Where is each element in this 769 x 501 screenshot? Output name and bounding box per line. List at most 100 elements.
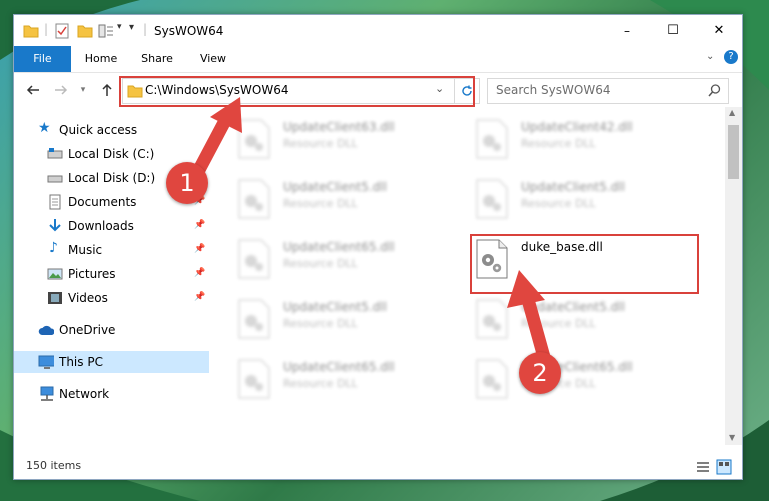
- sidebar-item-label: Documents: [68, 195, 137, 209]
- sidebar-item-label: Network: [59, 387, 110, 401]
- file-item[interactable]: UpdateClient5.dll Resource DLL: [447, 177, 667, 231]
- large-icons-view-icon[interactable]: [716, 459, 732, 475]
- scroll-down-icon[interactable]: ▼: [729, 433, 735, 442]
- scroll-up-icon[interactable]: ▲: [729, 108, 735, 117]
- dll-file-icon: [476, 299, 508, 339]
- file-item[interactable]: UpdateClient65.dll Resource DLL: [209, 237, 429, 291]
- file-item[interactable]: UpdateClient42.dll Resource DLL: [447, 117, 667, 171]
- vertical-scrollbar[interactable]: ▲ ▼: [725, 107, 742, 445]
- title-bar: | ▾ ▾ | SysWOW64 – ☐ ✕: [14, 15, 742, 46]
- back-arrow-icon: [26, 85, 39, 95]
- dll-file-icon: [476, 359, 508, 399]
- folder-icon: [23, 25, 39, 38]
- customize-toolbar-icon[interactable]: [98, 23, 114, 39]
- tab-home[interactable]: Home: [76, 46, 126, 72]
- sidebar-item-pictures[interactable]: Pictures 📌: [14, 263, 209, 285]
- new-folder-icon[interactable]: [77, 23, 93, 39]
- sidebar-item-label: Pictures: [68, 267, 116, 281]
- computer-icon: [38, 355, 54, 369]
- music-icon: ♪: [49, 240, 58, 256]
- sidebar-item-music[interactable]: ♪ Music 📌: [14, 239, 209, 261]
- file-name: UpdateClient5.dll: [283, 180, 387, 194]
- tab-file[interactable]: File: [14, 46, 71, 72]
- sidebar-item-label: Downloads: [68, 219, 134, 233]
- recent-locations-button[interactable]: ▾: [74, 81, 92, 99]
- tab-view[interactable]: View: [188, 46, 238, 72]
- status-bar: 150 items: [14, 455, 742, 479]
- up-button[interactable]: [98, 81, 116, 99]
- step-1-badge: 1: [166, 162, 208, 204]
- pin-icon: 📌: [194, 292, 206, 302]
- search-placeholder: Search SysWOW64: [496, 83, 611, 97]
- dll-file-icon: [476, 119, 508, 159]
- back-button[interactable]: [24, 81, 42, 99]
- scrollbar-thumb[interactable]: [728, 125, 739, 179]
- maximize-button[interactable]: ☐: [650, 15, 696, 46]
- ribbon-tabs: File Home Share View ⌄ ?: [14, 46, 742, 73]
- file-type: Resource DLL: [521, 197, 596, 210]
- drive-icon: [47, 148, 63, 159]
- close-button[interactable]: ✕: [696, 15, 742, 46]
- details-view-icon[interactable]: [696, 460, 710, 474]
- properties-icon[interactable]: [54, 23, 70, 39]
- up-arrow-icon: [102, 83, 112, 96]
- download-icon: [49, 219, 61, 232]
- sidebar-item-label: Music: [68, 243, 103, 257]
- pin-icon: 📌: [194, 244, 206, 254]
- file-name: UpdateClient63.dll: [283, 120, 395, 134]
- search-input[interactable]: Search SysWOW64: [487, 78, 729, 104]
- network-icon: [40, 386, 54, 401]
- expand-ribbon-icon[interactable]: ⌄: [706, 51, 714, 62]
- quick-access-toolbar-icon[interactable]: ▾: [129, 22, 134, 38]
- separator: |: [44, 22, 49, 36]
- address-bar-highlight: [119, 76, 475, 107]
- cloud-icon: [38, 325, 54, 335]
- sidebar-item-label: Local Disk (C:): [68, 147, 155, 161]
- file-type: Resource DLL: [521, 137, 596, 150]
- file-type: Resource DLL: [283, 197, 358, 210]
- file-item[interactable]: UpdateClient65.dll Resource DLL: [209, 357, 429, 411]
- dll-file-icon: [476, 179, 508, 219]
- dll-file-icon: [238, 359, 270, 399]
- pictures-icon: [47, 268, 63, 280]
- forward-button[interactable]: [52, 81, 70, 99]
- sidebar-item-label: Local Disk (D:): [68, 171, 156, 185]
- tab-share[interactable]: Share: [132, 46, 182, 72]
- videos-icon: [48, 292, 62, 304]
- separator: |: [143, 22, 148, 36]
- drive-icon: [47, 175, 63, 183]
- file-item[interactable]: UpdateClient5.dll Resource DLL: [209, 297, 429, 351]
- sidebar-item-network[interactable]: Network: [14, 383, 209, 405]
- file-type: Resource DLL: [283, 137, 358, 150]
- sidebar-item-videos[interactable]: Videos 📌: [14, 287, 209, 309]
- dll-file-icon: [238, 299, 270, 339]
- sidebar-item-downloads[interactable]: Downloads 📌: [14, 215, 209, 237]
- sidebar-item-label: Quick access: [59, 123, 138, 137]
- file-type: Resource DLL: [283, 317, 358, 330]
- pin-icon: 📌: [194, 220, 206, 230]
- window-title: SysWOW64: [154, 24, 224, 38]
- forward-arrow-icon: [55, 85, 68, 95]
- search-icon: [708, 84, 721, 97]
- sidebar-item-label: Videos: [68, 291, 108, 305]
- file-type: Resource DLL: [283, 257, 358, 270]
- dll-file-icon: [238, 239, 270, 279]
- file-name: UpdateClient65.dll: [283, 360, 395, 374]
- documents-icon: [49, 194, 61, 210]
- file-name: UpdateClient65.dll: [283, 240, 395, 254]
- dropdown-icon[interactable]: ▾: [117, 22, 122, 38]
- help-icon[interactable]: ?: [724, 50, 738, 64]
- file-name: UpdateClient42.dll: [521, 120, 633, 134]
- item-count: 150 items: [26, 459, 82, 472]
- sidebar-item-label: OneDrive: [59, 323, 116, 337]
- file-type: Resource DLL: [283, 377, 358, 390]
- sidebar-item-onedrive[interactable]: OneDrive: [14, 319, 209, 341]
- sidebar-item-label: This PC: [59, 355, 103, 369]
- star-icon: ★: [38, 120, 51, 136]
- minimize-button[interactable]: –: [604, 15, 650, 46]
- file-name: UpdateClient5.dll: [521, 180, 625, 194]
- pin-icon: 📌: [194, 268, 206, 278]
- file-name: UpdateClient5.dll: [283, 300, 387, 314]
- sidebar-item-this-pc[interactable]: This PC: [14, 351, 209, 373]
- step-2-badge: 2: [519, 352, 561, 394]
